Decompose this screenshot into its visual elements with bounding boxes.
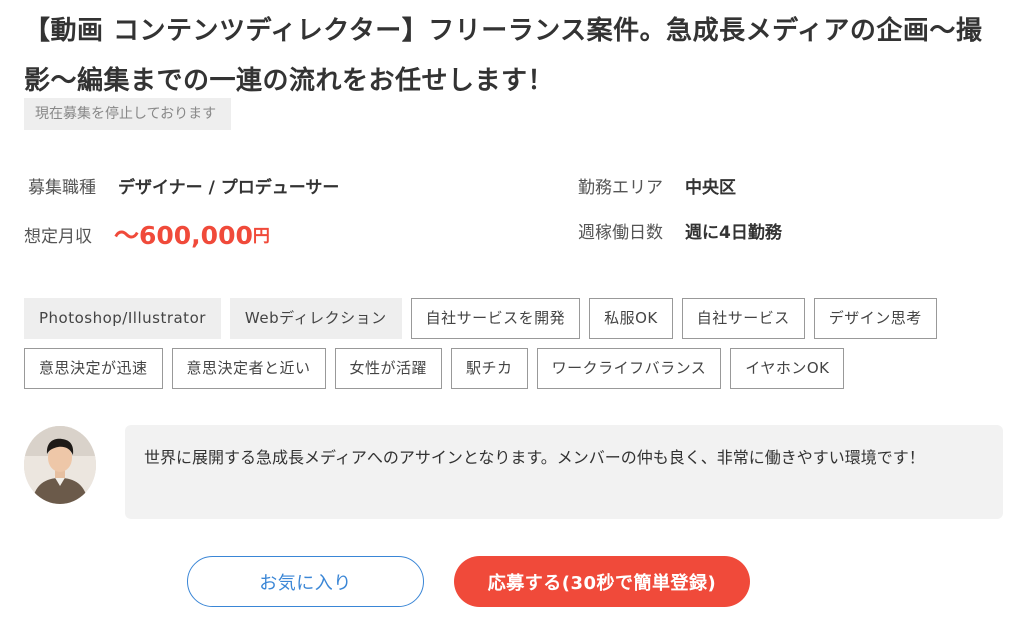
area-value: 中央区 — [685, 178, 736, 198]
status-badge: 現在募集を停止しております — [24, 98, 232, 130]
salary-value: 〜600,000 — [114, 221, 253, 250]
days-value: 週に4日勤務 — [685, 223, 782, 243]
role-label: 募集職種 — [28, 178, 96, 198]
tag-item[interactable]: デザイン思考 — [813, 298, 937, 339]
tag-item[interactable]: 駅チカ — [451, 348, 528, 389]
person-photo-icon — [24, 426, 96, 504]
avatar — [24, 426, 96, 504]
tag-item[interactable]: 自社サービス — [681, 298, 805, 339]
tag-item[interactable]: 意思決定が迅速 — [24, 348, 163, 389]
tag-item[interactable]: イヤホンOK — [730, 348, 845, 389]
tag-item[interactable]: 女性が活躍 — [334, 348, 443, 389]
tag-item[interactable]: Webディレクション — [229, 298, 402, 339]
salary-label: 想定月収 — [24, 226, 92, 247]
info-role: 募集職種 デザイナー / プロデューサー — [28, 176, 339, 200]
salary-unit: 円 — [252, 226, 270, 247]
tag-item[interactable]: ワークライフバランス — [536, 348, 722, 389]
job-title: 【動画 コンテンツディレクター】フリーランス案件。急成長メディアの企画〜撮影〜編… — [24, 16, 983, 96]
role-value: デザイナー / プロデューサー — [118, 178, 340, 198]
days-label: 週稼働日数 — [578, 223, 663, 243]
tag-item[interactable]: 自社サービスを開発 — [410, 298, 581, 339]
tag-list: Photoshop/Illustrator Webディレクション 自社サービスを開発… — [24, 298, 1014, 389]
recruiter-comment: 世界に展開する急成長メディアへのアサインとなります。メンバーの仲も良く、非常に働… — [125, 425, 1003, 519]
tag-item[interactable]: 意思決定者と近い — [171, 348, 326, 389]
info-area: 勤務エリア 中央区 — [578, 176, 736, 200]
area-label: 勤務エリア — [578, 178, 663, 198]
info-salary: 想定月収 〜600,000円 — [24, 216, 270, 252]
favorite-button[interactable]: お気に入り — [187, 556, 424, 607]
tag-item[interactable]: 私服OK — [589, 298, 673, 339]
tag-item[interactable]: Photoshop/Illustrator — [24, 298, 221, 339]
apply-button[interactable]: 応募する(30秒で簡単登録) — [454, 556, 750, 607]
info-days: 週稼働日数 週に4日勤務 — [578, 221, 782, 245]
